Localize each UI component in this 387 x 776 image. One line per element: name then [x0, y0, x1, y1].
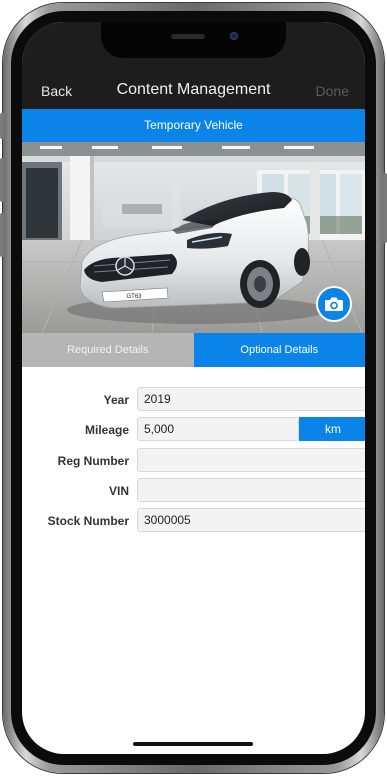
- details-tabs: Required Details Optional Details: [22, 333, 365, 367]
- tab-optional-details[interactable]: Optional Details: [193, 333, 365, 367]
- vehicle-title-bar: Temporary Vehicle: [22, 109, 365, 142]
- home-indicator[interactable]: [133, 742, 253, 746]
- reg-number-label: Reg Number: [57, 454, 129, 468]
- camera-icon: [325, 297, 343, 311]
- mileage-field[interactable]: 5,000: [137, 417, 299, 441]
- speaker-grille: [171, 34, 205, 39]
- vehicle-photo: GT63: [22, 142, 365, 333]
- vin-field[interactable]: [137, 478, 365, 502]
- license-plate-text: GT63: [126, 294, 142, 300]
- stock-number-row: Stock Number 3000005: [22, 508, 365, 534]
- year-row: Year 2019: [22, 387, 365, 413]
- reg-number-field[interactable]: [137, 448, 365, 472]
- camera-button[interactable]: [316, 286, 352, 322]
- silent-switch: [0, 113, 4, 139]
- reg-number-row: Reg Number: [22, 448, 365, 474]
- volume-down-button: [0, 213, 4, 257]
- back-button[interactable]: Back: [41, 83, 72, 99]
- year-field[interactable]: 2019: [137, 387, 365, 411]
- mileage-label: Mileage: [84, 423, 129, 437]
- phone-bezel: Back Content Management Done Temporary V…: [11, 11, 376, 765]
- notch: [101, 22, 286, 58]
- front-camera: [230, 32, 238, 40]
- power-button: [383, 173, 387, 243]
- tab-required-details[interactable]: Required Details: [22, 333, 194, 367]
- phone-screen: Back Content Management Done Temporary V…: [22, 22, 365, 754]
- vin-row: VIN: [22, 478, 365, 504]
- vehicle-photo-illustration: GT63: [22, 142, 365, 333]
- done-button[interactable]: Done: [316, 83, 349, 99]
- navigation-bar: Back Content Management Done: [22, 72, 365, 109]
- year-label: Year: [103, 393, 129, 407]
- vin-label: VIN: [108, 484, 129, 498]
- mileage-unit-button[interactable]: km: [299, 417, 365, 441]
- stock-number-label: Stock Number: [47, 514, 129, 528]
- phone-frame: Back Content Management Done Temporary V…: [0, 3, 387, 773]
- stock-number-field[interactable]: 3000005: [137, 508, 365, 532]
- mileage-row: Mileage 5,000 km: [22, 417, 365, 443]
- volume-up-button: [0, 158, 4, 202]
- page-title: Content Management: [116, 81, 271, 98]
